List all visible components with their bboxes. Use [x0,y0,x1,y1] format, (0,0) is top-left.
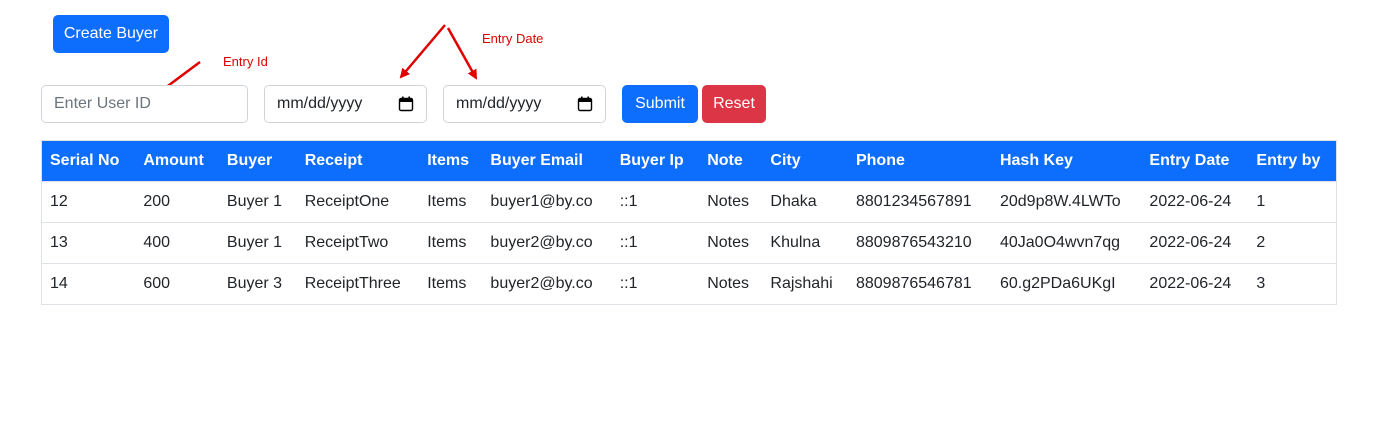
table-cell: 400 [135,221,219,263]
table-cell: ::1 [611,180,700,222]
table-cell: Notes [699,221,763,263]
table-row: 12 200 Buyer 1 ReceiptOne Items buyer1@by.co:… [42,180,1336,222]
column-header: Entry Date [1149,151,1230,169]
table-cell: Buyer 1 [218,180,297,222]
table-cell: 14 [42,262,136,304]
entry-date-arrow-left [399,24,446,79]
table-header-row: Serial No Amount Buyer Receipt Items Buyer Em… [42,141,1336,181]
table-row: 14 600 Buyer 3 ReceiptThree Items buyer2@by.c… [42,262,1336,304]
column-header: Amount [143,151,204,169]
table-cell: buyer2@by.co [482,262,612,304]
table-cell: Items [419,221,483,263]
entry-date-from-field[interactable]: mm/dd/yyyy [264,85,427,123]
table-cell: 13 [42,221,136,263]
table-cell: 40Ja0O4wvn7qg [991,221,1142,263]
table-cell: 8809876543210 [847,221,992,263]
entry-date-to-field[interactable]: mm/dd/yyyy [443,85,606,123]
table-cell: Rajshahi [762,262,848,304]
entry-date-arrow-right [446,27,478,80]
table-cell: Items [419,262,483,304]
table-cell: ::1 [611,221,700,263]
entry-date-from-value: mm/dd/yyyy [277,95,363,112]
table-cell: 2022-06-24 [1141,180,1249,222]
entry-id-annotation: Entry Id [223,54,268,69]
buyers-table: Serial No Amount Buyer Receipt Items Buyer Em… [41,140,1337,305]
column-header: Serial No [50,151,120,169]
calendar-icon[interactable] [577,96,593,112]
table-cell: buyer2@by.co [482,221,612,263]
table-cell: 3 [1248,262,1336,304]
table-cell: 2 [1248,221,1336,263]
table-cell: 200 [135,180,219,222]
table-cell: Items [419,180,483,222]
table-cell: Notes [699,180,763,222]
column-header: Receipt [304,151,363,169]
column-header: Entry by [1256,151,1321,169]
column-header: Buyer [226,151,273,169]
column-header: Hash Key [999,151,1073,169]
table-body: 12 200 Buyer 1 ReceiptOne Items buyer1@by.co:… [42,180,1336,304]
table-cell: 1 [1248,180,1336,222]
column-header: Buyer Ip [619,151,684,169]
table-cell: 12 [42,180,136,222]
entry-date-annotation: Entry Date [482,31,544,46]
column-header: Note [707,151,743,169]
reset-button[interactable]: Reset [702,85,766,123]
user-id-field[interactable] [41,85,248,123]
table-cell: 60.g2PDa6UKgI [991,262,1142,304]
buyer-list-page: Create Buyer Entry Id Entry Date mm/dd/y… [0,0,1388,439]
table-cell: ReceiptThree [296,262,420,304]
table-cell: buyer1@by.co [482,180,612,222]
column-header: Buyer Email [490,151,583,169]
column-header: Phone [855,151,905,169]
entry-date-to-value: mm/dd/yyyy [456,95,542,112]
table-cell: ::1 [611,262,700,304]
table-cell: Buyer 1 [218,221,297,263]
column-header: Items [427,151,470,169]
user-id-input[interactable] [54,95,235,113]
table-cell: Dhaka [762,180,848,222]
table-cell: ReceiptTwo [296,221,420,263]
submit-button[interactable]: Submit [622,85,698,123]
table-cell: Khulna [762,221,848,263]
create-buyer-button[interactable]: Create Buyer [53,15,169,53]
table-cell: 8801234567891 [847,180,992,222]
table-cell: 2022-06-24 [1141,262,1249,304]
table-cell: Buyer 3 [218,262,297,304]
table-cell: Notes [699,262,763,304]
table-cell: 20d9p8W.4LWTo [991,180,1142,222]
table-cell: 600 [135,262,219,304]
table-cell: 2022-06-24 [1141,221,1249,263]
table-cell: 8809876546781 [847,262,992,304]
calendar-icon[interactable] [398,96,414,112]
table-row: 13 400 Buyer 1 ReceiptTwo Items buyer2@by.co:… [42,221,1336,263]
table-cell: ReceiptOne [296,180,420,222]
column-header: City [770,151,801,169]
